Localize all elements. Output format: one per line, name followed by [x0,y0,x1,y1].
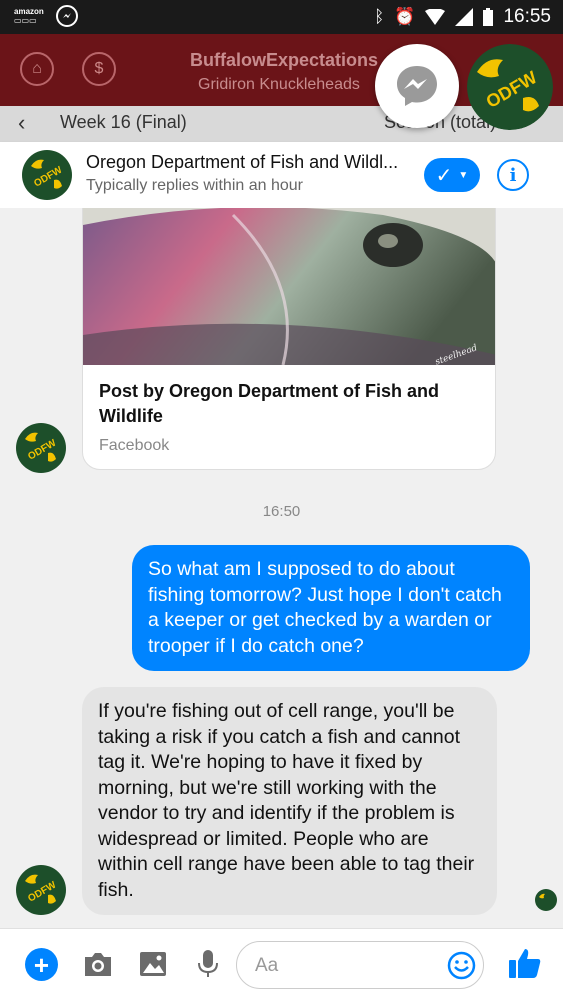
info-icon[interactable]: i [497,159,529,191]
image-icon[interactable] [138,949,168,979]
messenger-notification-icon [55,5,78,27]
messenger-chathead[interactable] [375,44,459,128]
league-subtitle: Gridiron Knuckleheads [198,76,360,93]
chevron-down-icon: ▼ [458,169,469,181]
conversation-name: Oregon Department of Fish and Wildl... [86,152,399,172]
seen-indicator-avatar [535,889,557,911]
amazon-icon: amazon ▭▭▭ [14,7,44,25]
home-icon[interactable]: ⌂ [20,52,54,86]
microphone-icon[interactable] [196,949,220,979]
steelhead-photo: steelhead [83,208,495,365]
message-timestamp: 16:50 [262,503,301,520]
message-composer: + Aa [0,928,563,1000]
alarm-icon: ⏰ [394,7,416,26]
message-thread: steelhead Post by Oregon Department of F… [0,208,563,928]
check-icon: ✓ [435,164,453,187]
money-shield-icon[interactable]: $ [82,52,116,86]
amazon-label: amazon [14,7,44,16]
thumbs-up-icon[interactable] [508,946,542,980]
message-input[interactable]: Aa [236,941,484,989]
odfw-avatar: ODFW [16,423,66,473]
battery-icon [483,8,494,26]
response-time-status: Typically replies within an hour [86,177,303,194]
shared-post-card[interactable]: steelhead Post by Oregon Department of F… [82,208,496,470]
subscribe-check-button[interactable]: ✓ ▼ [424,158,480,192]
wifi-icon [425,9,446,25]
clock: 16:55 [503,6,551,27]
odfw-avatar[interactable]: ODFW [22,150,72,200]
post-source: Facebook [99,437,170,454]
camera-icon[interactable] [82,949,114,979]
back-chevron-icon[interactable]: ‹ [18,110,25,136]
message-input-placeholder: Aa [255,955,279,976]
odfw-avatar: ODFW [16,865,66,915]
plus-icon[interactable]: + [25,948,58,981]
incoming-message-bubble[interactable]: If you're fishing out of cell range, you… [82,687,497,915]
conversation-header: ODFW Oregon Department of Fish and Wildl… [0,142,563,208]
odfw-chathead[interactable]: ODFW [467,44,553,130]
week-label: Week 16 (Final) [60,112,187,132]
post-title: Post by Oregon Department of Fish and Wi… [99,381,440,426]
league-title: BuffalowExpectations [190,50,379,70]
messenger-icon [397,66,437,106]
bluetooth-icon: ᛒ [374,7,385,26]
outgoing-message-bubble[interactable]: So what am I supposed to do about fishin… [132,545,530,671]
status-bar: amazon ▭▭▭ ᛒ ⏰ 16:55 [0,0,563,34]
signal-icon [455,8,474,26]
emoji-icon[interactable] [447,951,476,980]
